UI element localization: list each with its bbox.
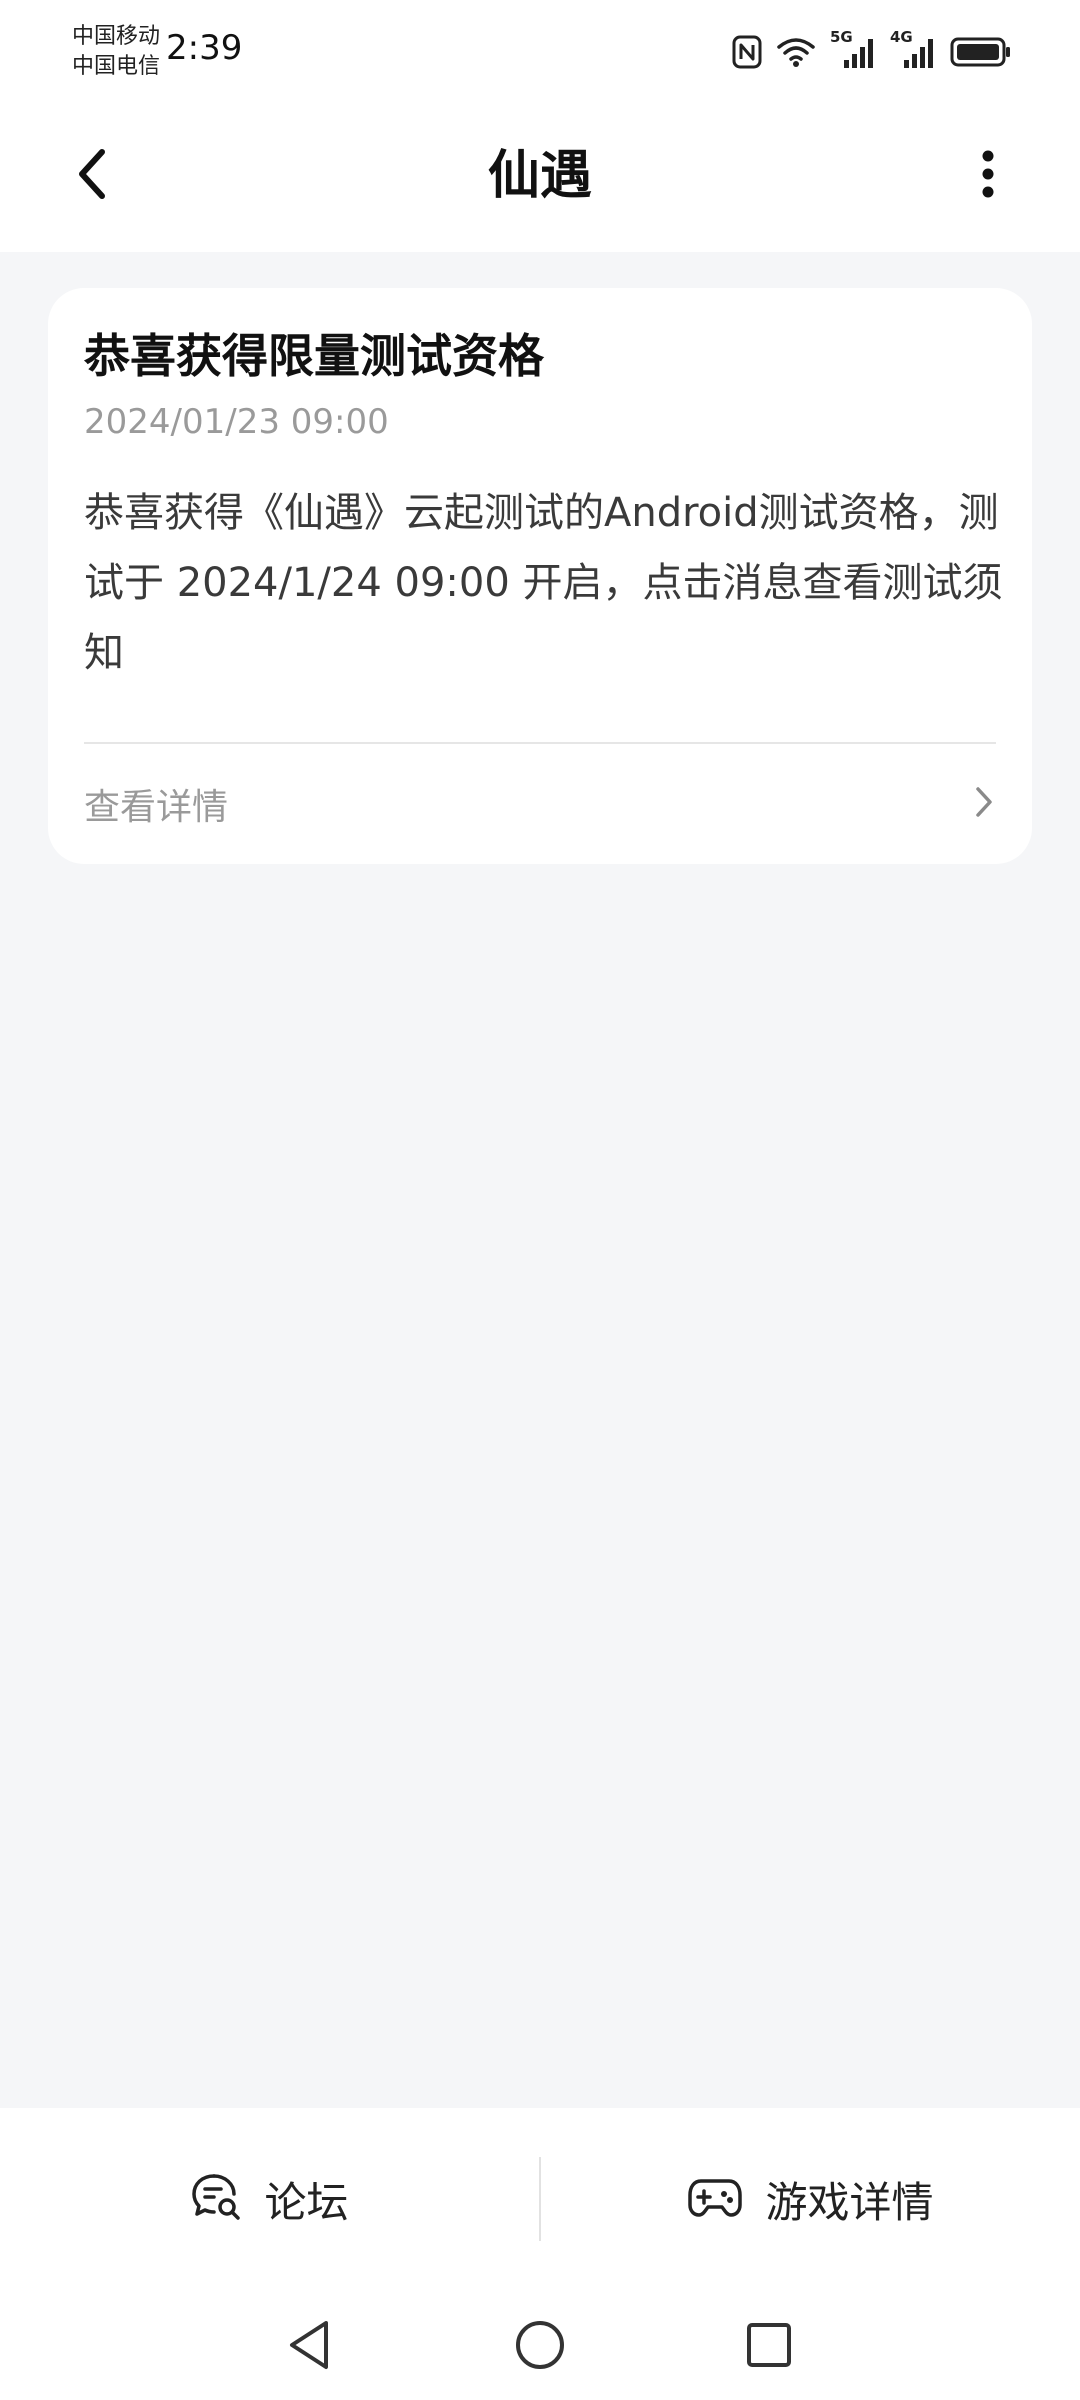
view-details-link[interactable]: 查看详情 (84, 744, 996, 864)
message-timestamp: 2024/01/23 09:00 (84, 402, 389, 442)
nav-home-button[interactable] (505, 2312, 575, 2382)
nfc-icon (732, 35, 762, 69)
signal-5g-label: 5G (830, 28, 853, 46)
status-time: 2:39 (166, 28, 243, 68)
more-options-button[interactable] (948, 136, 1028, 216)
nav-back-icon (284, 2317, 334, 2377)
forum-button[interactable]: 论坛 (0, 2108, 539, 2290)
game-details-button[interactable]: 游戏详情 (541, 2108, 1080, 2290)
status-icons: 5G 4G (732, 28, 1012, 74)
message-title: 恭喜获得限量测试资格 (84, 329, 544, 383)
view-details-label: 查看详情 (84, 787, 229, 828)
chat-search-icon (190, 2172, 242, 2226)
message-body: 恭喜获得《仙遇》云起测试的Android测试资格，测试于 2024/1/24 0… (84, 490, 1003, 676)
more-vertical-icon (980, 150, 996, 202)
wifi-icon (776, 36, 816, 68)
signal-4g-icon: 4G (890, 28, 936, 70)
message-card[interactable]: 恭喜获得限量测试资格 2024/01/23 09:00 恭喜获得《仙遇》云起测试… (48, 288, 1032, 864)
bottom-action-bar: 论坛 游戏详情 (0, 2108, 1080, 2290)
game-details-label: 游戏详情 (765, 2177, 934, 2227)
status-bar: 中国移动 中国电信 2:39 5G 4G (0, 0, 1080, 100)
nav-recents-icon (744, 2320, 794, 2374)
carrier-2: 中国电信 (72, 54, 161, 79)
signal-5g-icon: 5G (830, 28, 876, 70)
app-header: 仙遇 (0, 100, 1080, 252)
nav-recents-button[interactable] (734, 2312, 804, 2382)
signal-4g-label: 4G (890, 28, 913, 46)
forum-label: 论坛 (264, 2177, 349, 2227)
battery-icon (950, 36, 1012, 68)
nav-back-button[interactable] (274, 2312, 344, 2382)
carrier-1: 中国移动 (72, 24, 161, 49)
carrier-info: 中国移动 中国电信 (72, 22, 160, 82)
chevron-right-icon (972, 784, 996, 824)
gamepad-icon (687, 2175, 743, 2223)
page-title: 仙遇 (487, 146, 592, 206)
nav-home-icon (513, 2318, 567, 2376)
system-nav-bar (0, 2290, 1080, 2400)
